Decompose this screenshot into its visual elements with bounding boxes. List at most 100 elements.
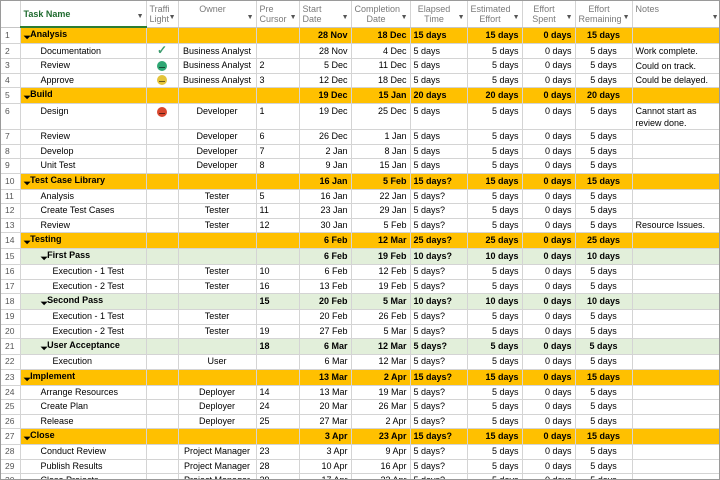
effort-remaining-cell[interactable]: 5 days [575,414,633,429]
effort-spent-cell[interactable]: 0 days [522,473,576,479]
owner-cell[interactable]: Tester [178,218,257,233]
notes-cell[interactable] [632,293,719,310]
start-date-cell[interactable]: 3 Apr [299,428,352,445]
start-date-cell[interactable]: 20 Feb [299,309,352,325]
traffic-light-dropdown-icon[interactable]: ▼ [169,13,176,23]
notes-cell[interactable] [632,27,719,44]
task-row[interactable]: 9 Unit Test Developer 8 9 Jan 15 Jan 5 days 5 d… [1,158,719,174]
effort-spent-cell[interactable]: 0 days [522,338,576,355]
estimated-effort-cell[interactable]: 15 days [467,428,523,445]
start-date-cell[interactable]: 10 Apr [299,459,352,474]
start-date-cell[interactable]: 16 Jan [299,173,352,190]
completion-date-cell[interactable]: 5 Mar [351,293,411,310]
task-row[interactable]: 17 Execution - 2 Test Tester 16 13 Feb 19 Feb… [1,279,719,294]
pre-cursor-cell[interactable]: 25 [256,414,300,429]
owner-cell[interactable] [178,87,257,104]
effort-spent-cell[interactable]: 0 days [522,232,576,249]
elapsed-time-cell[interactable]: 5 days? [410,459,468,474]
effort-spent-cell[interactable]: 0 days [522,324,576,339]
start-date-cell[interactable]: 13 Feb [299,279,352,294]
elapsed-time-header[interactable]: Elapsed Time ▼ [410,1,468,28]
notes-cell[interactable] [632,324,719,339]
start-date-cell[interactable]: 26 Dec [299,129,352,145]
elapsed-time-cell[interactable]: 5 days? [410,414,468,429]
start-date-header[interactable]: Start Date ▼ [299,1,352,28]
elapsed-time-cell[interactable]: 5 days? [410,203,468,219]
estimated-effort-cell[interactable]: 5 days [467,309,523,325]
effort-remaining-cell[interactable]: 5 days [575,203,633,219]
estimated-effort-cell[interactable]: 10 days [467,248,523,265]
owner-cell[interactable]: Tester [178,279,257,294]
effort-remaining-cell[interactable]: 25 days [575,232,633,249]
owner-cell[interactable]: Deployer [178,414,257,429]
task-name-cell[interactable]: Close Projects [20,473,147,479]
start-date-cell[interactable]: 16 Jan [299,189,352,204]
notes-cell[interactable]: Could on track. [632,58,719,74]
task-name-cell[interactable]: Unit Test [20,158,147,174]
effort-remaining-cell[interactable]: 5 days [575,103,633,130]
effort-remaining-cell[interactable]: 10 days [575,293,633,310]
pre-cursor-cell[interactable] [256,354,300,370]
task-row[interactable]: 8 Develop Developer 7 2 Jan 8 Jan 5 days 5 days… [1,144,719,159]
traffic-light-cell[interactable] [146,103,179,130]
completion-date-cell[interactable]: 19 Feb [351,248,411,265]
traffic-light-cell[interactable] [146,459,179,474]
pre-cursor-cell[interactable]: 24 [256,399,300,415]
effort-spent-cell[interactable]: 0 days [522,189,576,204]
pre-cursor-cell[interactable]: 18 [256,338,300,355]
estimated-effort-cell[interactable]: 5 days [467,73,523,88]
estimated-effort-cell[interactable]: 5 days [467,354,523,370]
effort-remaining-cell[interactable]: 5 days [575,324,633,339]
pre-cursor-cell[interactable]: 16 [256,279,300,294]
task-row[interactable]: 30 Close Projects Project Manager2917 Apr2… [1,473,719,479]
task-name-cell[interactable]: Documentation [20,43,147,59]
traffic-light-cell[interactable] [146,293,179,310]
notes-cell[interactable] [632,338,719,355]
elapsed-time-cell[interactable]: 5 days? [410,264,468,280]
elapsed-time-cell[interactable]: 5 days [410,144,468,159]
pre-cursor-cell[interactable] [256,309,300,325]
estimated-effort-cell[interactable]: 25 days [467,232,523,249]
completion-date-cell[interactable]: 1 Jan [351,129,411,145]
task-row[interactable]: 7 Review Developer 6 26 Dec 1 Jan 5 days 5 days… [1,129,719,145]
subgroup-task-row[interactable]: 21 ◢User Acceptance 18 6 Mar 12 Mar 5 days? 5 … [1,338,719,355]
task-row[interactable]: 28 Conduct Review Project Manager 23 3 Apr 9 … [1,444,719,460]
task-name-cell[interactable]: Execution - 2 Test [20,324,147,339]
traffic-light-header[interactable]: Traffi Light ▼ [146,1,179,28]
start-date-cell[interactable]: 27 Feb [299,324,352,339]
notes-cell[interactable] [632,189,719,204]
start-date-cell[interactable]: 17 Apr [299,473,352,479]
task-row[interactable]: 29 Publish Results Project Manager 28 10 Apr… [1,459,719,474]
effort-spent-cell[interactable]: 0 days [522,369,576,386]
start-date-cell[interactable]: 2 Jan [299,144,352,159]
owner-cell[interactable]: User [178,354,257,370]
owner-cell[interactable] [178,248,257,265]
task-name-cell[interactable]: ◢Implement [20,369,147,386]
completion-date-header[interactable]: Completion Date ▼ [351,1,411,28]
pre-cursor-cell[interactable] [256,27,300,44]
owner-cell[interactable] [178,27,257,44]
effort-spent-cell[interactable]: 0 days [522,293,576,310]
traffic-light-cell[interactable] [146,279,179,294]
effort-remaining-cell[interactable]: 5 days [575,385,633,400]
owner-cell[interactable]: Tester [178,309,257,325]
task-name-cell[interactable]: Design [20,103,147,130]
elapsed-time-cell[interactable]: 5 days? [410,399,468,415]
task-name-cell[interactable]: ◢Second Pass [20,293,147,310]
traffic-light-cell[interactable] [146,309,179,325]
effort-remaining-cell[interactable]: 5 days [575,444,633,460]
start-date-cell[interactable]: 23 Jan [299,203,352,219]
completion-date-cell[interactable]: 22 Jan [351,189,411,204]
traffic-light-cell[interactable] [146,73,179,88]
owner-header[interactable]: Owner ▼ [178,1,257,28]
pre-cursor-header[interactable]: Pre Cursor ▼ [256,1,300,28]
elapsed-time-cell[interactable]: 15 days? [410,369,468,386]
pre-cursor-cell[interactable] [256,248,300,265]
start-date-cell[interactable]: 28 Nov [299,43,352,59]
effort-remaining-cell[interactable]: 10 days [575,248,633,265]
effort-spent-cell[interactable]: 0 days [522,43,576,59]
notes-cell[interactable] [632,414,719,429]
estimated-effort-cell[interactable]: 20 days [467,87,523,104]
elapsed-time-cell[interactable]: 5 days? [410,385,468,400]
elapsed-time-cell[interactable]: 15 days [410,27,468,44]
